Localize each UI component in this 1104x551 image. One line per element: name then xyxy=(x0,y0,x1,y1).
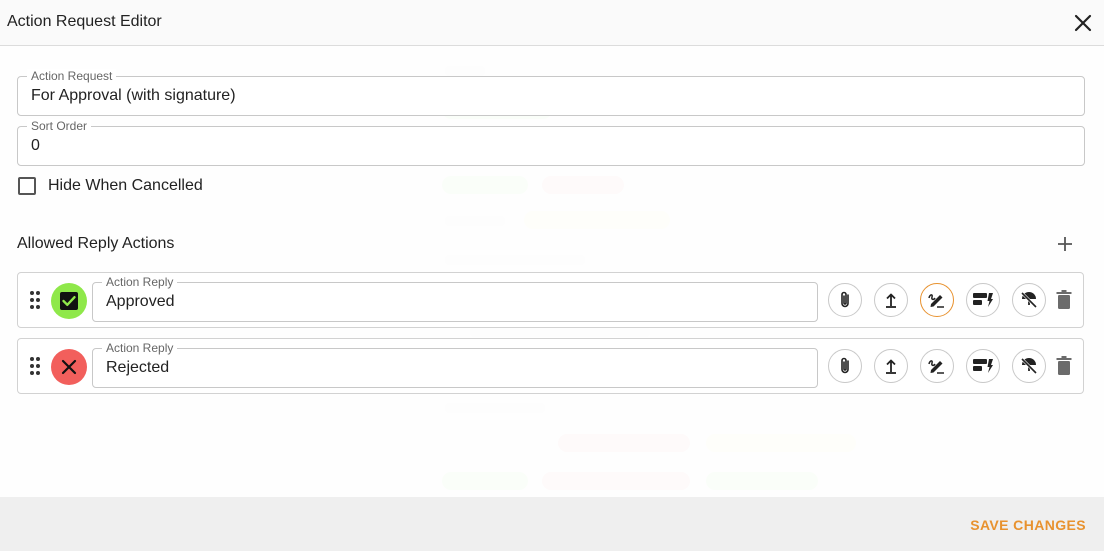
action-request-editor-dialog: Action Request Editor Action Request For… xyxy=(0,0,1104,551)
dialog-footer: SAVE CHANGES xyxy=(0,497,1104,551)
action-reply-field[interactable]: Action Reply Rejected xyxy=(92,341,818,388)
dialog-header: Action Request Editor xyxy=(0,0,1104,46)
save-changes-button[interactable]: SAVE CHANGES xyxy=(970,517,1086,533)
attachment-icon xyxy=(841,357,849,374)
plus-icon xyxy=(1058,237,1072,251)
drag-handle-icon[interactable] xyxy=(30,291,40,314)
form-button[interactable] xyxy=(966,349,1000,383)
umbrella-off-icon xyxy=(1021,292,1037,308)
add-reply-button[interactable] xyxy=(1054,233,1076,255)
action-request-field[interactable]: Action Request For Approval (with signat… xyxy=(17,69,1085,116)
rejected-status-button[interactable] xyxy=(51,349,87,385)
reply-action-row: Action Reply Approved xyxy=(17,272,1084,328)
upload-icon xyxy=(886,293,896,308)
sort-order-field[interactable]: Sort Order 0 xyxy=(17,119,1085,166)
attachment-button[interactable] xyxy=(828,283,862,317)
action-request-label: Action Request xyxy=(27,69,117,83)
form-icon xyxy=(973,293,993,307)
delete-button[interactable] xyxy=(1054,355,1074,377)
sort-order-value: 0 xyxy=(31,137,40,154)
reply-action-row: Action Reply Rejected xyxy=(17,338,1084,394)
signature-icon xyxy=(928,294,944,308)
action-reply-value: Approved xyxy=(106,293,175,310)
form-icon xyxy=(973,359,993,373)
drag-handle-icon[interactable] xyxy=(30,357,40,380)
check-box-icon xyxy=(60,292,78,310)
delete-icon xyxy=(1056,356,1072,375)
close-button[interactable] xyxy=(1070,10,1096,36)
close-icon xyxy=(1074,14,1092,32)
allowed-reply-actions-title: Allowed Reply Actions xyxy=(17,235,175,252)
signature-button[interactable] xyxy=(920,349,954,383)
action-reply-label: Action Reply xyxy=(102,341,178,355)
action-reply-value: Rejected xyxy=(106,359,170,376)
form-button[interactable] xyxy=(966,283,1000,317)
dialog-title: Action Request Editor xyxy=(7,13,162,30)
action-reply-label: Action Reply xyxy=(102,275,178,289)
upload-button[interactable] xyxy=(874,283,908,317)
action-request-value: For Approval (with signature) xyxy=(31,87,236,104)
upload-icon xyxy=(886,359,896,374)
hide-when-cancelled-checkbox[interactable]: Hide When Cancelled xyxy=(18,177,203,195)
umbrella-off-button[interactable] xyxy=(1012,283,1046,317)
attachment-icon xyxy=(841,291,849,308)
approved-status-button[interactable] xyxy=(51,283,87,319)
sort-order-label: Sort Order xyxy=(27,119,92,133)
delete-button[interactable] xyxy=(1054,289,1074,311)
action-reply-field[interactable]: Action Reply Approved xyxy=(92,275,818,322)
upload-button[interactable] xyxy=(874,349,908,383)
delete-icon xyxy=(1056,290,1072,309)
attachment-button[interactable] xyxy=(828,349,862,383)
signature-button[interactable] xyxy=(920,283,954,317)
umbrella-off-button[interactable] xyxy=(1012,349,1046,383)
checkbox-unchecked-icon[interactable] xyxy=(18,177,36,195)
hide-when-cancelled-label: Hide When Cancelled xyxy=(48,177,203,194)
signature-icon xyxy=(928,360,944,374)
close-icon xyxy=(61,359,77,375)
umbrella-off-icon xyxy=(1021,358,1037,374)
